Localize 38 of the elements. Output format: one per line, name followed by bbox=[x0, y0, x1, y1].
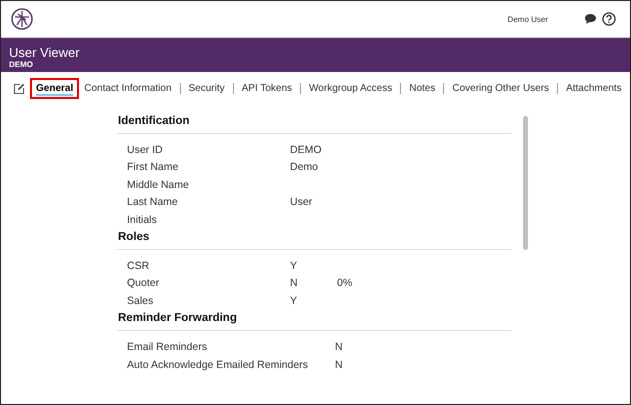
section-heading: Reminder Forwarding bbox=[117, 312, 238, 326]
field-label: Last Name bbox=[127, 195, 179, 210]
field-label: Middle Name bbox=[127, 178, 190, 193]
field-label: CSR bbox=[127, 259, 150, 274]
help-icon[interactable] bbox=[602, 12, 616, 26]
field-label: Email Reminders bbox=[127, 340, 208, 356]
page-title: User Viewer bbox=[9, 45, 81, 60]
field-value: Y bbox=[290, 294, 298, 309]
field-value: Demo bbox=[290, 160, 320, 176]
field-extra: 0% bbox=[337, 276, 354, 292]
field-value: User bbox=[290, 195, 314, 210]
field-value: DEMO bbox=[290, 143, 322, 158]
field-label: Quoter bbox=[127, 276, 160, 292]
section-heading: Identification bbox=[117, 115, 191, 129]
tab[interactable]: Contact Information bbox=[79, 78, 177, 99]
logo-icon bbox=[11, 8, 33, 30]
field-label: First Name bbox=[127, 160, 180, 176]
field-value: N bbox=[290, 276, 299, 292]
field-label: User ID bbox=[127, 143, 164, 158]
scrollbar[interactable] bbox=[523, 116, 528, 250]
tab[interactable]: Workgroup Access bbox=[304, 78, 398, 99]
tab[interactable]: API Tokens bbox=[236, 78, 298, 99]
page-subtitle: DEMO bbox=[9, 60, 34, 69]
field-value: N bbox=[334, 358, 344, 373]
field-label: Sales bbox=[127, 294, 154, 309]
chat-icon[interactable] bbox=[584, 13, 597, 25]
field-label: Auto Acknowledge Emailed Reminders bbox=[127, 358, 308, 373]
field-value: Y bbox=[290, 259, 298, 274]
user-name[interactable]: Demo User bbox=[508, 14, 548, 24]
tab[interactable]: Security bbox=[184, 78, 230, 99]
edit-icon[interactable] bbox=[13, 82, 25, 94]
tab[interactable]: Covering Other Users bbox=[447, 78, 554, 99]
section-heading: Roles bbox=[117, 231, 150, 246]
tab[interactable]: General bbox=[30, 78, 80, 99]
field-label: Initials bbox=[127, 212, 158, 228]
field-value: N bbox=[334, 340, 344, 356]
tab[interactable]: Attachments bbox=[561, 78, 627, 99]
tab[interactable]: Notes bbox=[404, 78, 440, 99]
